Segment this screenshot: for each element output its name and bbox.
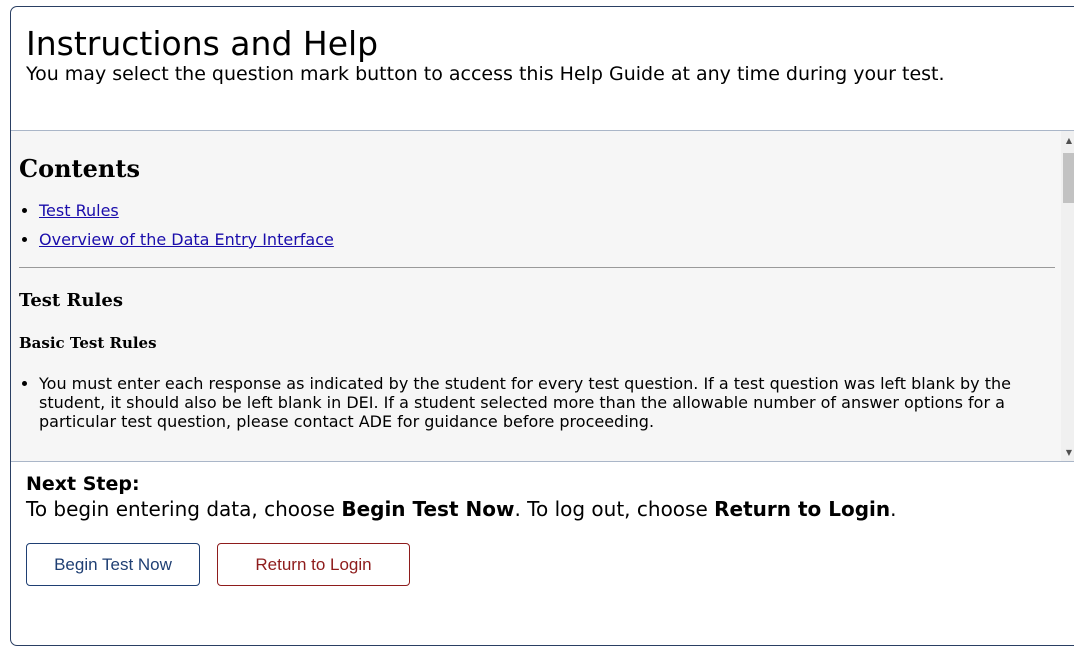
page-title: Instructions and Help: [26, 24, 379, 63]
next-step-label: Next Step:: [26, 473, 140, 495]
instruction-bold-return: Return to Login: [714, 497, 891, 521]
page-subtitle: You may select the question mark button …: [26, 63, 945, 85]
dialog-footer: Next Step: To begin entering data, choos…: [11, 462, 1074, 645]
table-of-contents: Test Rules Overview of the Data Entry In…: [19, 201, 1055, 250]
sub-heading-basic-test-rules: Basic Test Rules: [19, 334, 157, 352]
toc-item: Test Rules: [39, 201, 1055, 221]
begin-test-now-button[interactable]: Begin Test Now: [26, 543, 200, 586]
dialog-header: Instructions and Help You may select the…: [11, 7, 1074, 131]
contents-heading: Contents: [19, 154, 140, 183]
help-scroll-area[interactable]: Contents Test Rules Overview of the Data…: [19, 131, 1055, 461]
return-to-login-button[interactable]: Return to Login: [217, 543, 410, 586]
section-divider: [19, 267, 1055, 268]
instruction-text: To begin entering data, choose: [26, 497, 342, 521]
next-step-instructions: To begin entering data, choose Begin Tes…: [26, 497, 1074, 521]
instruction-text: . To log out, choose: [514, 497, 715, 521]
section-heading-test-rules: Test Rules: [19, 290, 123, 311]
help-dialog: Instructions and Help You may select the…: [10, 6, 1074, 646]
toc-link-test-rules[interactable]: Test Rules: [39, 201, 119, 220]
rules-list: You must enter each response as indicate…: [19, 374, 1055, 431]
toc-item: Overview of the Data Entry Interface: [39, 230, 1055, 250]
scroll-down-arrow-icon[interactable]: ▼: [1061, 445, 1074, 459]
rule-item: You must enter each response as indicate…: [39, 374, 1055, 431]
scroll-up-arrow-icon[interactable]: ▲: [1061, 133, 1074, 147]
footer-buttons: Begin Test Now Return to Login: [26, 543, 1074, 586]
scrollbar-thumb[interactable]: [1063, 153, 1074, 203]
toc-link-overview-dei[interactable]: Overview of the Data Entry Interface: [39, 230, 334, 249]
vertical-scrollbar[interactable]: ▲ ▼: [1061, 131, 1074, 461]
instruction-text: .: [890, 497, 897, 521]
help-content-panel[interactable]: Contents Test Rules Overview of the Data…: [11, 131, 1074, 462]
instruction-bold-begin: Begin Test Now: [341, 497, 515, 521]
